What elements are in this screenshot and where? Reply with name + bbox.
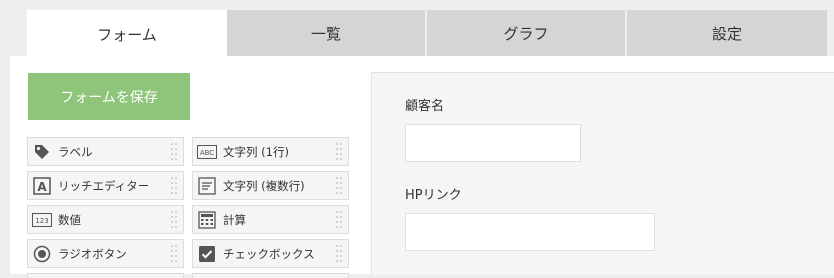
hp-link-input[interactable] bbox=[405, 213, 655, 251]
abc-text-icon: ABC bbox=[197, 142, 217, 162]
drag-handle-icon bbox=[336, 177, 342, 194]
field-palette: ラベル ABC 文字列 (1行) A リッチエディター 文字列 (複数行) 12… bbox=[27, 137, 349, 278]
tab-graph[interactable]: グラフ bbox=[427, 10, 627, 56]
palette-item-text: 文字列 (1行) bbox=[223, 144, 289, 159]
drag-handle-icon bbox=[336, 211, 342, 228]
drag-handle-icon bbox=[171, 211, 177, 228]
form-editor-panel: フォームを保存 ラベル ABC 文字列 (1行) A リッチエディター 文字列 … bbox=[10, 56, 834, 278]
drag-handle-icon bbox=[336, 143, 342, 160]
palette-item-checkbox[interactable]: チェックボックス bbox=[192, 239, 349, 268]
palette-item-text: 数値 bbox=[58, 212, 81, 227]
palette-item-rich-editor[interactable]: A リッチエディター bbox=[27, 171, 184, 200]
field-label-hp-link: HPリンク bbox=[405, 188, 462, 203]
calculator-icon bbox=[197, 210, 217, 230]
checkbox-icon bbox=[197, 244, 217, 264]
radio-icon bbox=[32, 244, 52, 264]
palette-item-text: ラベル bbox=[58, 144, 93, 159]
tab-settings[interactable]: 設定 bbox=[627, 10, 827, 56]
drag-handle-icon bbox=[171, 177, 177, 194]
drag-handle-icon bbox=[171, 143, 177, 160]
tab-form[interactable]: フォーム bbox=[27, 10, 227, 58]
svg-text:A: A bbox=[37, 180, 47, 194]
form-layout-canvas: 顧客名 HPリンク bbox=[371, 72, 834, 275]
palette-item-text: チェックボックス bbox=[223, 246, 315, 261]
number-icon: 123 bbox=[32, 210, 52, 230]
palette-item-label[interactable]: ラベル bbox=[27, 137, 184, 166]
svg-text:123: 123 bbox=[35, 217, 48, 225]
tag-icon bbox=[32, 142, 52, 162]
palette-item-single-line-text[interactable]: ABC 文字列 (1行) bbox=[192, 137, 349, 166]
save-form-button[interactable]: フォームを保存 bbox=[28, 73, 190, 120]
palette-item-number[interactable]: 123 数値 bbox=[27, 205, 184, 234]
palette-item-text: 文字列 (複数行) bbox=[223, 178, 305, 193]
palette-item-multi-line-text[interactable]: 文字列 (複数行) bbox=[192, 171, 349, 200]
palette-item-calculation[interactable]: 計算 bbox=[192, 205, 349, 234]
palette-item-text: ラジオボタン bbox=[58, 246, 127, 261]
svg-text:ABC: ABC bbox=[200, 149, 214, 157]
rich-editor-icon: A bbox=[32, 176, 52, 196]
tab-list[interactable]: 一覧 bbox=[227, 10, 427, 56]
field-label-customer-name: 顧客名 bbox=[405, 99, 445, 114]
tab-bar: フォーム 一覧 グラフ 設定 bbox=[27, 10, 834, 58]
customer-name-input[interactable] bbox=[405, 124, 581, 162]
drag-handle-icon bbox=[171, 245, 177, 262]
multiline-text-icon bbox=[197, 176, 217, 196]
palette-item-text: 計算 bbox=[223, 212, 246, 227]
palette-item-text: リッチエディター bbox=[58, 178, 150, 193]
palette-item-radio-button[interactable]: ラジオボタン bbox=[27, 239, 184, 268]
drag-handle-icon bbox=[336, 245, 342, 262]
